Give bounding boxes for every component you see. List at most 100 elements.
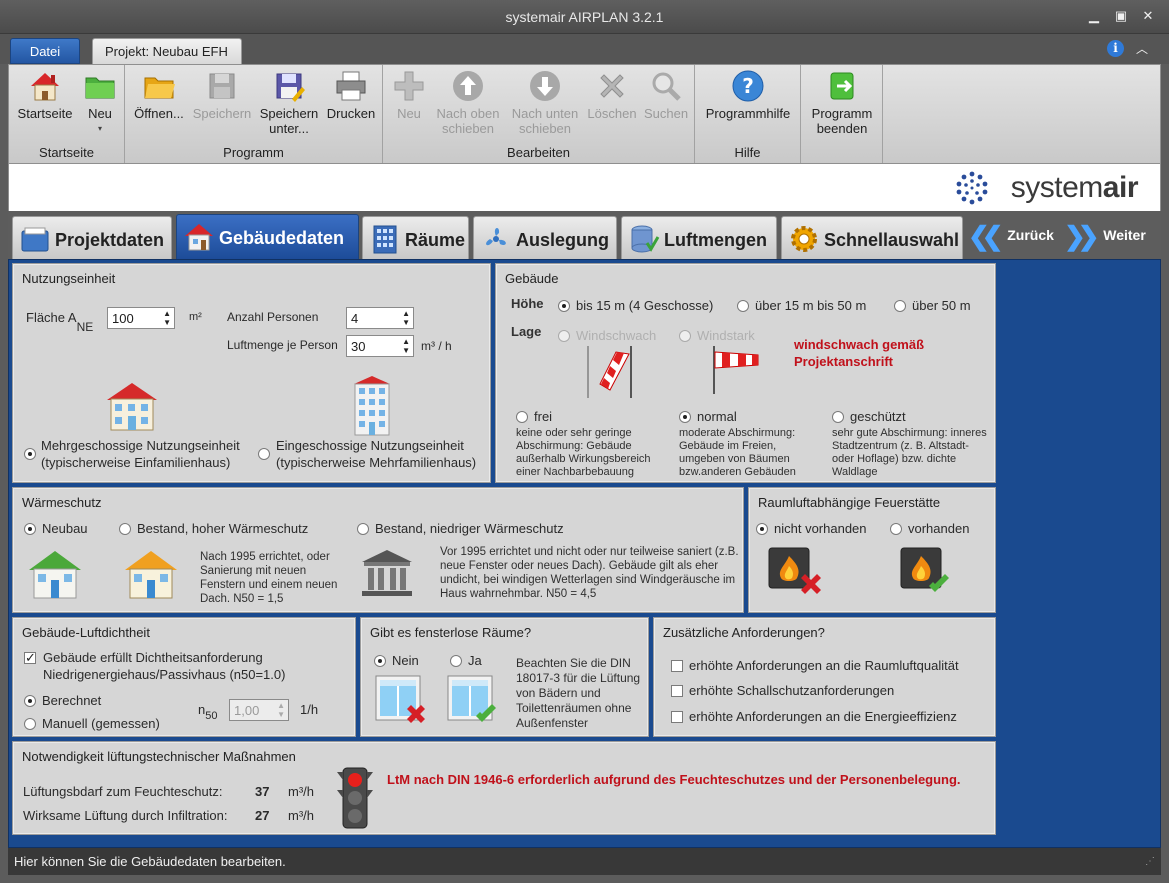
neubau-label: Neubau — [42, 521, 88, 536]
personen-value: 4 — [351, 311, 359, 326]
tab-projekt[interactable]: Projekt: Neubau EFH — [92, 38, 242, 64]
raumluftqualitaet-label: erhöhte Anforderungen an die Raumluftqua… — [689, 658, 959, 673]
checkbox-energieeffizienz[interactable] — [671, 711, 683, 723]
radio-hoehe-ueber50[interactable] — [894, 300, 906, 312]
bestand-niedrig-label: Bestand, niedriger Wärmeschutz — [375, 521, 564, 536]
oeffnen-button[interactable]: Öffnen... — [131, 69, 187, 121]
option-hoehe-ueber50[interactable]: über 50 m — [894, 298, 971, 313]
drucken-button[interactable]: Drucken — [323, 69, 379, 121]
speichern-unter-button[interactable]: Speichern unter... — [257, 69, 321, 136]
hoehe-15-50-label: über 15 m bis 50 m — [755, 298, 867, 313]
personen-input[interactable]: 4 ▲ ▼ — [346, 307, 414, 329]
option-hoehe-15-50[interactable]: über 15 m bis 50 m — [737, 298, 866, 313]
tab-luftmengen[interactable]: Luftmengen — [621, 216, 777, 259]
option-feuer-nicht[interactable]: nicht vorhanden — [756, 521, 867, 536]
spinner-arrows-icon[interactable]: ▲ ▼ — [402, 309, 410, 327]
spinner-arrows-icon[interactable]: ▲ ▼ — [277, 701, 285, 719]
option-energieeffizienz[interactable]: erhöhte Anforderungen an die Energieeffi… — [671, 709, 957, 724]
neu-button[interactable]: Neu ▾ — [79, 69, 121, 136]
speichern-button[interactable]: Speichern — [189, 69, 255, 121]
neu-eintrag-button[interactable]: Neu — [389, 69, 429, 121]
tab-auslegung[interactable]: Auslegung — [473, 216, 617, 259]
radio-mehrgeschossig[interactable] — [24, 448, 36, 460]
minimize-icon[interactable]: ▁ — [1083, 7, 1105, 25]
option-berechnet[interactable]: Berechnet — [24, 693, 101, 708]
option-manuell[interactable]: Manuell (gemessen) — [24, 716, 160, 731]
tab-projektdaten[interactable]: Projektdaten — [12, 216, 172, 259]
programmhilfe-button[interactable]: ? Programmhilfe — [699, 69, 797, 121]
loeschen-button[interactable]: Löschen — [585, 69, 639, 121]
option-schallschutz[interactable]: erhöhte Schallschutzanforderungen — [671, 683, 894, 698]
startseite-button[interactable]: Startseite — [13, 69, 77, 121]
maximize-icon[interactable]: ▣ — [1110, 7, 1132, 25]
zurueck-button[interactable]: ❮❮ Zurück — [968, 221, 1054, 252]
ribbon-group-bearbeiten: Neu Nach oben schieben Nach unten schieb… — [383, 65, 695, 163]
option-fenster-nein[interactable]: Nein — [374, 653, 419, 668]
tab-schnellauswahl[interactable]: Schnellauswahl — [781, 216, 963, 259]
suchen-button[interactable]: Suchen — [641, 69, 691, 121]
luftmenge-input[interactable]: 30 ▲ ▼ — [346, 335, 414, 357]
nach-unten-label-1: Nach unten — [511, 106, 579, 121]
radio-frei[interactable] — [516, 411, 528, 423]
option-geschuetzt[interactable]: geschützt — [832, 409, 906, 424]
radio-fenster-ja[interactable] — [450, 655, 462, 667]
option-raumluftqualitaet[interactable]: erhöhte Anforderungen an die Raumluftqua… — [671, 658, 959, 673]
option-bestand-niedrig[interactable]: Bestand, niedriger Wärmeschutz — [357, 521, 564, 536]
radio-hoehe-15-50[interactable] — [737, 300, 749, 312]
option-dichtheit[interactable]: Gebäude erfüllt Dichtheitsanforderung Ni… — [24, 649, 285, 683]
option-eingeschossig[interactable]: Eingeschossige Nutzungseinheit (typische… — [258, 437, 476, 471]
radio-hoehe-bis15[interactable] — [558, 300, 570, 312]
bestand-hoch-label: Bestand, hoher Wärmeschutz — [137, 521, 309, 536]
spinner-arrows-icon[interactable]: ▲ ▼ — [163, 309, 171, 327]
option-normal[interactable]: normal — [679, 409, 737, 424]
tab-datei[interactable]: Datei — [10, 38, 80, 64]
radio-berechnet[interactable] — [24, 695, 36, 707]
ribbon: Startseite Neu ▾ Startseite Öffnen... Sp… — [8, 64, 1161, 164]
window-no-icon — [375, 675, 425, 723]
svg-text:?: ? — [742, 74, 754, 98]
luftmenge-label: Luftmenge je Person — [227, 338, 338, 352]
programm-beenden-button[interactable]: Programm beenden — [805, 69, 879, 136]
option-hoehe-bis15[interactable]: bis 15 m (4 Geschosse) — [558, 298, 713, 313]
spinner-arrows-icon[interactable]: ▲ ▼ — [402, 337, 410, 355]
weiter-label: Weiter — [1103, 227, 1146, 244]
radio-bestand-hoch[interactable] — [119, 523, 131, 535]
close-icon[interactable]: ✕ — [1137, 7, 1159, 25]
flaeche-input[interactable]: 100 ▲ ▼ — [107, 307, 175, 329]
checkbox-raumluftqualitaet[interactable] — [671, 660, 683, 672]
nach-unten-button[interactable]: Nach unten schieben — [507, 69, 583, 136]
radio-eingeschossig[interactable] — [258, 448, 270, 460]
radio-manuell[interactable] — [24, 718, 36, 730]
radio-feuer-vorhanden[interactable] — [890, 523, 902, 535]
option-feuer-vorhanden[interactable]: vorhanden — [890, 521, 969, 536]
checkbox-dichtheit[interactable] — [24, 649, 36, 666]
n50-input[interactable]: 1,00 ▲ ▼ — [229, 699, 289, 721]
tab-schnellauswahl-label: Schnellauswahl — [824, 230, 960, 250]
speichern-unter-label-2: unter... — [269, 121, 309, 136]
nach-oben-button[interactable]: Nach oben schieben — [431, 69, 505, 136]
radio-geschuetzt[interactable] — [832, 411, 844, 423]
resize-grip-icon[interactable]: ⋰ — [1145, 856, 1155, 867]
checkbox-schallschutz[interactable] — [671, 685, 683, 697]
option-frei[interactable]: frei — [516, 409, 552, 424]
option-bestand-hoch[interactable]: Bestand, hoher Wärmeschutz — [119, 521, 308, 536]
old-building-icon — [362, 550, 412, 596]
option-fenster-ja[interactable]: Ja — [450, 653, 482, 668]
content-area: Nutzungseinheit Fläche ANE 100 ▲ ▼ m² Anza… — [8, 259, 1161, 848]
radio-neubau[interactable] — [24, 523, 36, 535]
weiter-button[interactable]: ❯❯ Weiter — [1064, 221, 1146, 252]
beenden-label-1: Programm — [811, 106, 873, 121]
radio-fenster-nein[interactable] — [374, 655, 386, 667]
radio-bestand-niedrig[interactable] — [357, 523, 369, 535]
option-neubau[interactable]: Neubau — [24, 521, 88, 536]
panel-fensterlos: Gibt es fensterlose Räume? Nein Ja Beach… — [360, 617, 649, 737]
tab-gebaeudedaten[interactable]: Gebäudedaten — [176, 214, 359, 259]
radio-normal[interactable] — [679, 411, 691, 423]
option-mehrgeschossig[interactable]: Mehrgeschossige Nutzungseinheit (typisch… — [21, 437, 240, 471]
tab-raeume[interactable]: Räume — [362, 216, 469, 259]
windstark-label: Windstark — [697, 328, 755, 343]
info-icon[interactable]: i — [1107, 40, 1124, 57]
radio-feuer-nicht[interactable] — [756, 523, 768, 535]
save-icon — [209, 73, 235, 99]
collapse-ribbon-icon[interactable]: ︿ — [1135, 40, 1149, 56]
